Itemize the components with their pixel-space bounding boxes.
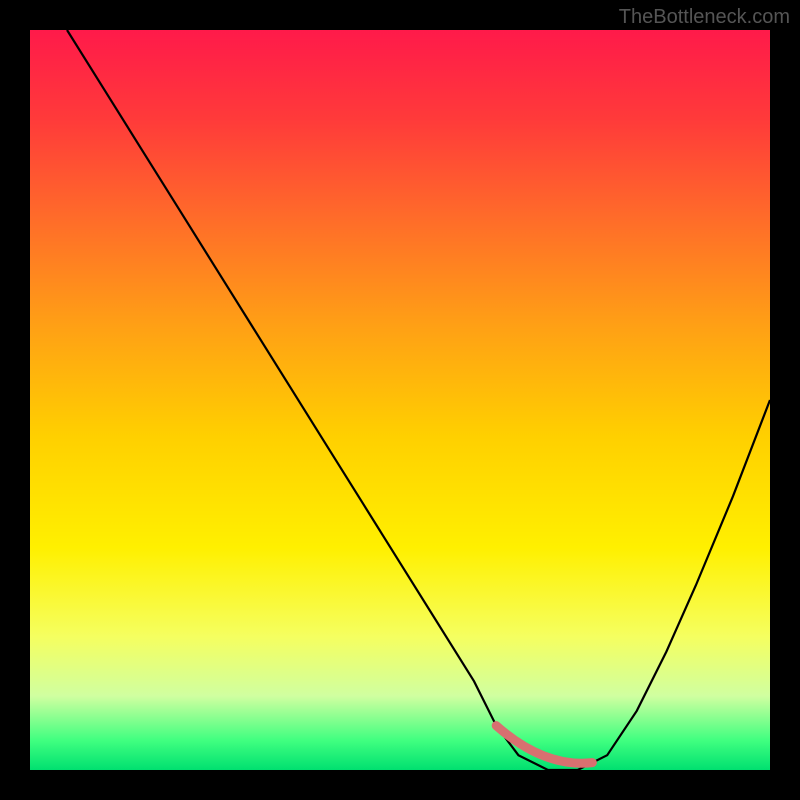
- chart-plot-area: [30, 30, 770, 770]
- watermark-text: TheBottleneck.com: [619, 6, 790, 29]
- chart-svg: [30, 30, 770, 770]
- bottleneck-curve: [67, 30, 770, 770]
